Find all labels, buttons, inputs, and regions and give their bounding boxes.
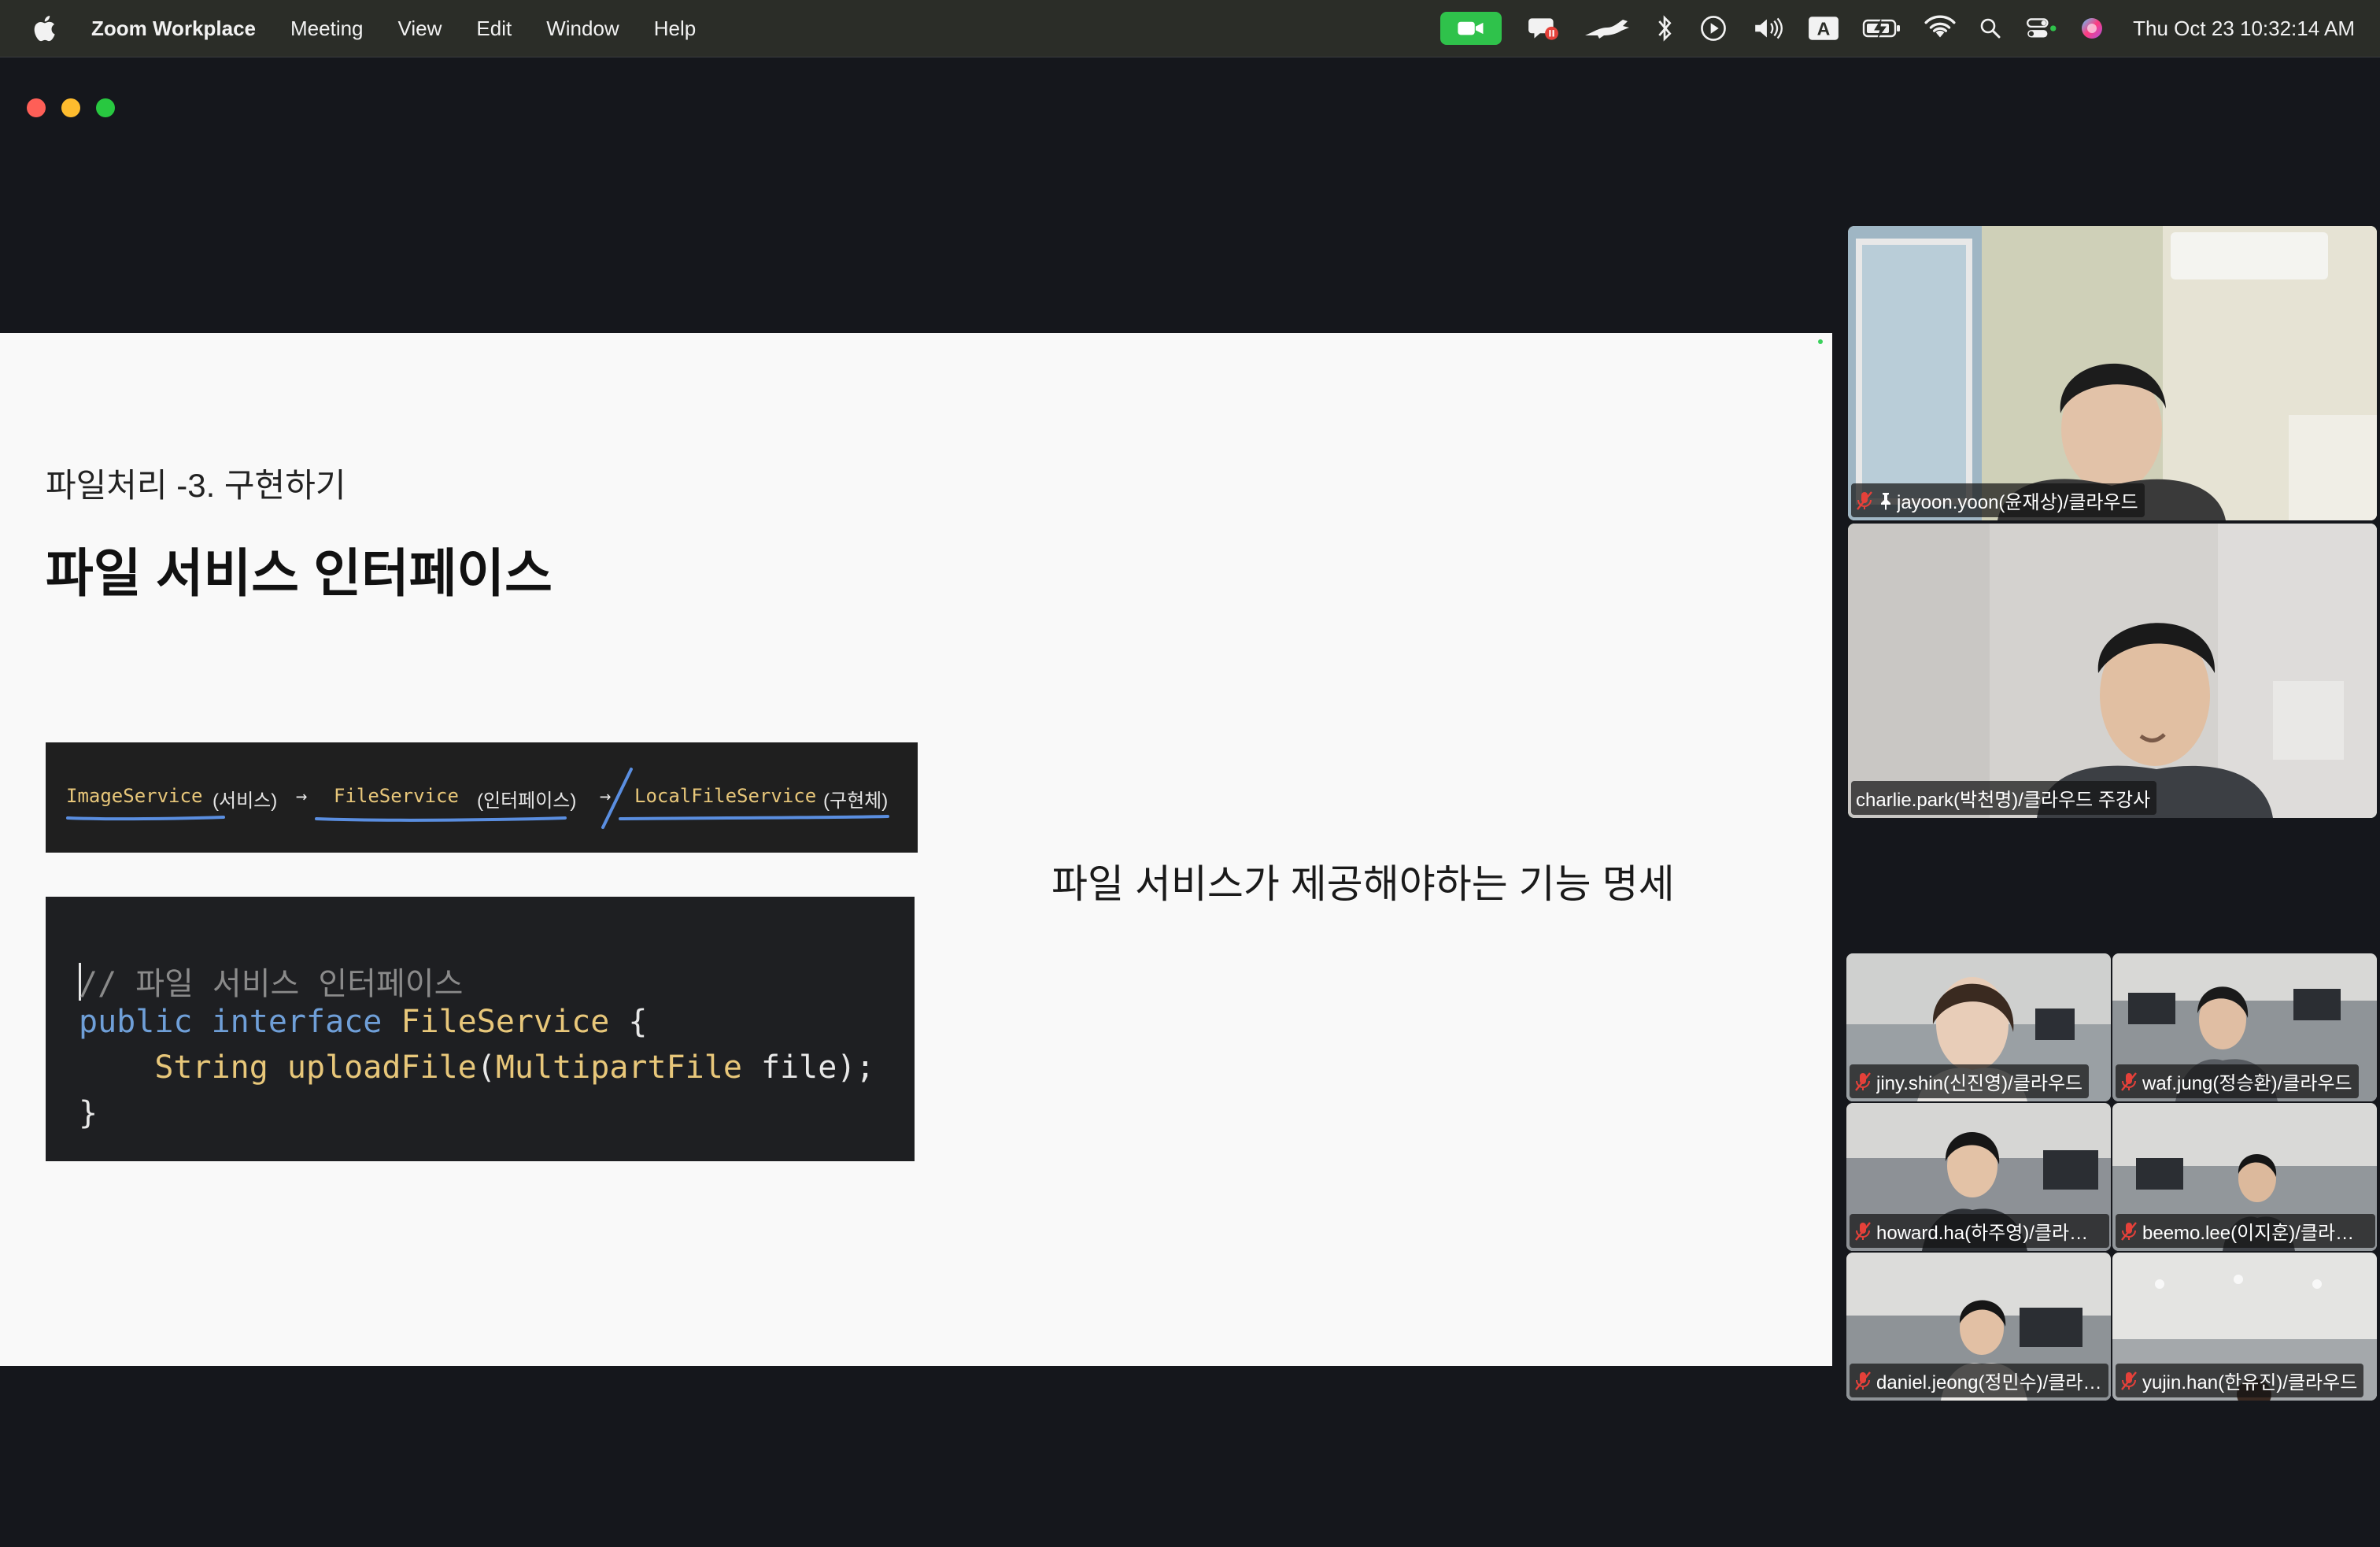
video-tile-active-speaker[interactable]: charlie.park(박천명)/클라우드 주강사	[1848, 524, 2377, 818]
muted-mic-icon	[2121, 1371, 2137, 1390]
zoom-meeting-window: 파일처리 -3. 구현하기 파일 서비스 인터페이스 ImageService …	[0, 57, 2380, 1547]
volume-icon[interactable]	[1752, 13, 1785, 43]
code-paren: (	[476, 1049, 496, 1086]
video-tile-thumbnail[interactable]: howard.ha(하주영)/클라우드	[1846, 1103, 2111, 1251]
apple-icon[interactable]	[30, 13, 61, 44]
code-line-declaration: public interface FileService {	[79, 1004, 648, 1040]
menubar-clock[interactable]: Thu Oct 23 10:32:14 AM	[2133, 17, 2355, 41]
participant-name: jayoon.yoon(윤재상)/클라우드	[1897, 492, 2138, 513]
participant-video	[1848, 226, 2377, 520]
flow-arrow-2: →	[600, 785, 612, 807]
bluetooth-icon[interactable]	[1654, 13, 1675, 43]
zoom-video-icon[interactable]	[1440, 12, 1502, 45]
service-flow-diagram: ImageService (서비스) → FileService (인터페이스)…	[46, 742, 918, 853]
muted-mic-icon	[2121, 1071, 2137, 1091]
participant-label: jayoon.yoon(윤재상)/클라우드	[1851, 483, 2145, 517]
flow-file-service: FileService	[334, 785, 459, 807]
fullscreen-window-button[interactable]	[96, 98, 115, 117]
participant-name: howard.ha(하주영)/클라우드	[1876, 1223, 2103, 1244]
participant-name: waf.jung(정승환)/클라우드	[2142, 1073, 2352, 1094]
code-param-type: MultipartFile	[495, 1049, 742, 1086]
flow-image-service: ImageService	[66, 785, 203, 807]
app-menu[interactable]: Zoom Workplace	[85, 17, 273, 41]
participant-name: beemo.lee(이지훈)/클라우드	[2142, 1223, 2369, 1244]
participant-label: charlie.park(박천명)/클라우드 주강사	[1851, 781, 2157, 815]
input-source-icon[interactable]: A	[1807, 13, 1840, 43]
status-area: A Thu Oct 23 10:32:14 AM	[1440, 0, 2355, 57]
flow-local-file-service: LocalFileService	[634, 785, 817, 807]
wifi-icon[interactable]	[1924, 13, 1957, 43]
participant-label: yujin.han(한유진)/클라우드	[2116, 1364, 2364, 1397]
menu-window[interactable]: Window	[529, 17, 636, 41]
code-method-name: uploadFile	[286, 1049, 477, 1086]
menu-bar: Zoom Workplace Meeting View Edit Window …	[0, 0, 2380, 57]
participant-label: beemo.lee(이지훈)/클라우드	[2116, 1214, 2375, 1248]
video-tile-thumbnail[interactable]: yujin.han(한유진)/클라우드	[2112, 1253, 2377, 1401]
code-keyword-public: public	[79, 1004, 193, 1040]
muted-mic-icon	[1855, 1371, 1871, 1390]
siri-icon[interactable]	[2079, 13, 2105, 43]
flow-local-file-service-role: (구현체)	[823, 790, 889, 812]
video-tile-thumbnail[interactable]: daniel.jeong(정민수)/클라…	[1846, 1253, 2111, 1401]
video-tile-thumbnail[interactable]: jiny.shin(신진영)/클라우드	[1846, 953, 2111, 1101]
menu-meeting[interactable]: Meeting	[273, 17, 381, 41]
muted-mic-icon	[1855, 1071, 1871, 1091]
participant-name: charlie.park(박천명)/클라우드 주강사	[1856, 790, 2151, 811]
video-tile-thumbnail[interactable]: waf.jung(정승환)/클라우드	[2112, 953, 2377, 1101]
close-window-button[interactable]	[27, 98, 46, 117]
menu-edit[interactable]: Edit	[459, 17, 529, 41]
muted-mic-icon	[2121, 1221, 2137, 1241]
menu-view[interactable]: View	[381, 17, 460, 41]
shared-screen-slide: 파일처리 -3. 구현하기 파일 서비스 인터페이스 ImageService …	[0, 333, 1832, 1366]
video-tile-thumbnail[interactable]: beemo.lee(이지훈)/클라우드	[2112, 1103, 2377, 1251]
code-block: // 파일 서비스 인터페이스 public interface FileSer…	[46, 897, 915, 1161]
participant-name: jiny.shin(신진영)/클라우드	[1876, 1073, 2083, 1094]
flow-arrow-1: →	[296, 785, 308, 807]
battery-icon[interactable]	[1862, 13, 1901, 43]
menu-help[interactable]: Help	[637, 17, 713, 41]
participant-label: howard.ha(하주영)/클라우드	[1850, 1214, 2109, 1248]
slide-note: 파일 서비스가 제공해야하는 기능 명세	[1051, 862, 1675, 906]
participant-label: waf.jung(정승환)/클라우드	[2116, 1064, 2359, 1098]
control-center-icon[interactable]	[2024, 13, 2057, 43]
code-return-type: String	[154, 1049, 268, 1086]
code-line-method: String uploadFile(MultipartFile file);	[79, 1049, 875, 1086]
flow-image-service-role: (서비스)	[213, 790, 278, 812]
chat-bubble-icon[interactable]	[1527, 13, 1560, 43]
code-interface-name: FileService	[401, 1004, 610, 1040]
code-param-name: file);	[741, 1049, 875, 1086]
code-brace-open: {	[609, 1004, 648, 1040]
search-icon[interactable]	[1979, 13, 2002, 43]
flow-file-service-role: (인터페이스)	[477, 790, 577, 812]
code-keyword-interface: interface	[211, 1004, 382, 1040]
code-brace-close: }	[79, 1095, 98, 1131]
muted-mic-icon	[1855, 1221, 1871, 1241]
participant-name: daniel.jeong(정민수)/클라…	[1876, 1372, 2102, 1393]
dragon-icon[interactable]	[1582, 13, 1632, 43]
participant-name: yujin.han(한유진)/클라우드	[2142, 1372, 2358, 1393]
pin-icon	[1881, 492, 1890, 510]
slide-title: 파일 서비스 인터페이스	[46, 544, 552, 602]
participant-label: jiny.shin(신진영)/클라우드	[1850, 1064, 2090, 1098]
muted-mic-icon	[1857, 490, 1872, 510]
participant-label: daniel.jeong(정민수)/클라…	[1850, 1364, 2108, 1397]
participant-video	[1848, 524, 2377, 818]
play-icon[interactable]	[1697, 13, 1730, 43]
slide-subtitle: 파일처리 -3. 구현하기	[46, 467, 346, 504]
input-source-letter: A	[1817, 18, 1831, 39]
share-indicator-dot	[1818, 339, 1823, 344]
code-comment: // 파일 서비스 인터페이스	[79, 966, 464, 1002]
minimize-window-button[interactable]	[61, 98, 80, 117]
video-tile-pinned[interactable]: jayoon.yoon(윤재상)/클라우드	[1848, 226, 2377, 520]
